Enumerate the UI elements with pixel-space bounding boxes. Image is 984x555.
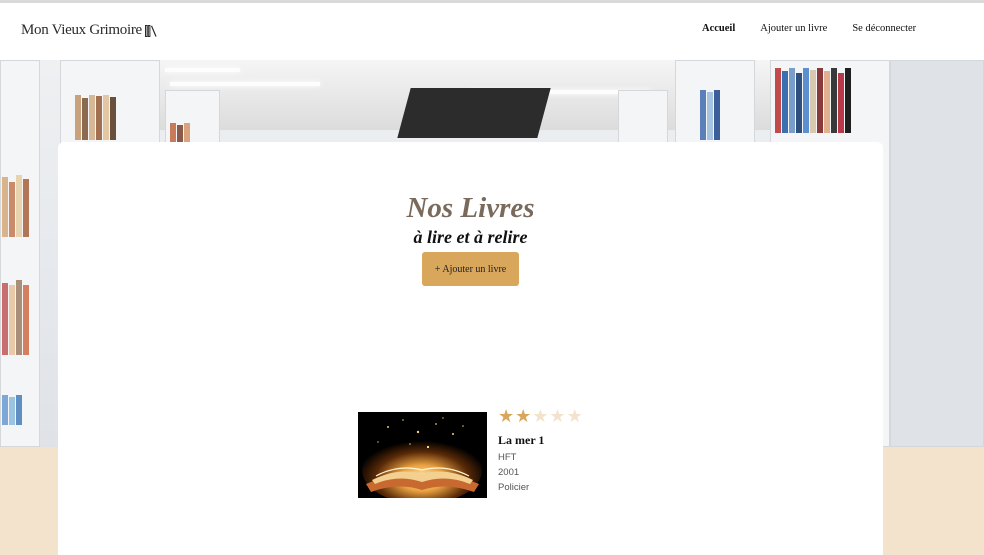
star-icon: ★ (498, 406, 515, 427)
book-genre: Policier (498, 482, 530, 493)
book-author: HFT (498, 452, 517, 463)
page-subtitle: à lire et à relire (413, 227, 528, 247)
book-info: ★ ★ ★ ★ ★ La mer 1 HFT 2001 Policier (498, 407, 698, 497)
book-rating: ★ ★ ★ ★ ★ (498, 407, 698, 427)
top-header: Mon Vieux Grimoire Accueil Ajouter un li… (0, 0, 984, 60)
logo[interactable]: Mon Vieux Grimoire (21, 22, 157, 39)
book-cover-image (358, 412, 487, 498)
book-year: 2001 (498, 467, 520, 478)
star-icon: ★ (566, 406, 583, 427)
main-nav: Accueil Ajouter un livre Se déconnecter (702, 23, 941, 34)
books-card: Nos Livres à lire et à relire + Ajouter … (58, 142, 883, 555)
book-stack-icon (144, 24, 157, 37)
nav-se-deconnecter[interactable]: Se déconnecter (852, 23, 916, 34)
page-title: Nos Livres (406, 192, 535, 224)
star-icon: ★ (532, 406, 549, 427)
nav-ajouter-livre[interactable]: Ajouter un livre (760, 23, 827, 34)
book-title: La mer 1 (498, 433, 545, 447)
nav-accueil[interactable]: Accueil (702, 23, 735, 34)
star-icon: ★ (515, 406, 532, 427)
logo-text: Mon Vieux Grimoire (21, 22, 142, 38)
add-book-button[interactable]: + Ajouter un livre (422, 252, 519, 286)
star-icon: ★ (549, 406, 566, 427)
